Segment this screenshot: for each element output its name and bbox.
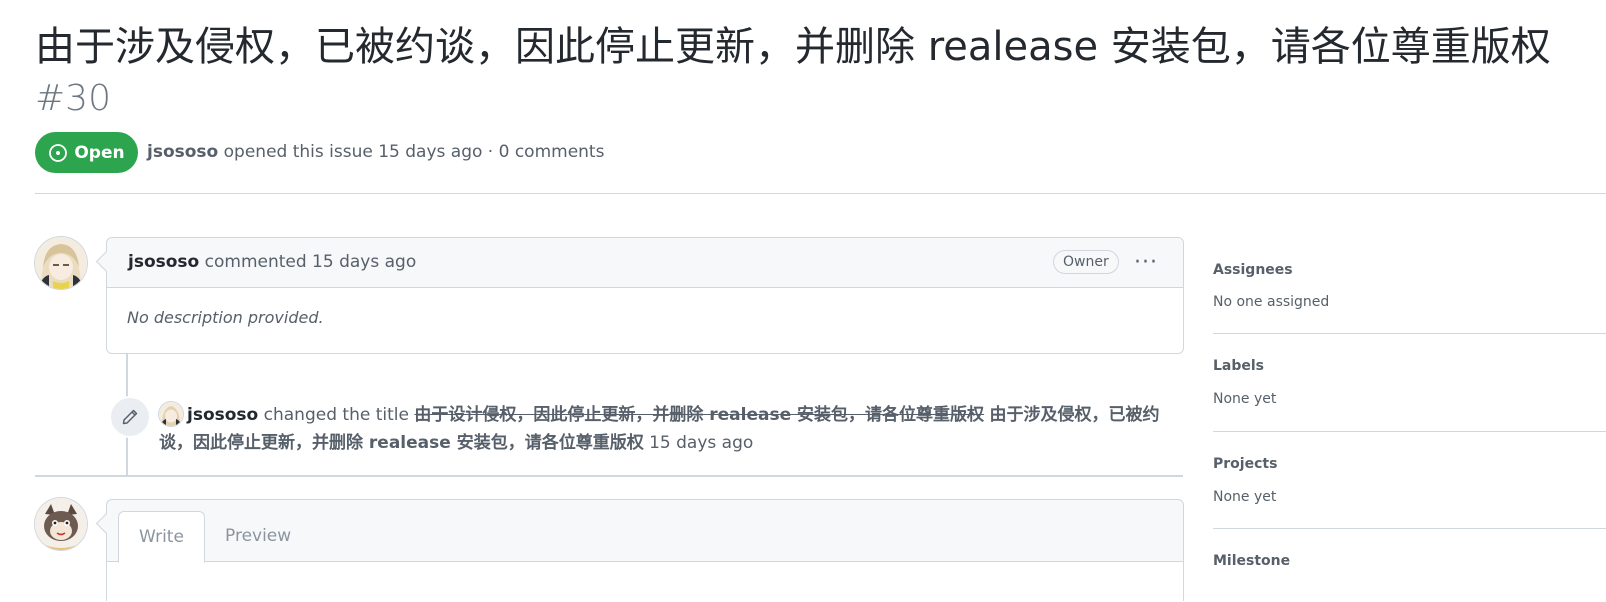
sidebar-heading-milestone[interactable]: Milestone xyxy=(1213,553,1290,569)
comment-author-avatar[interactable] xyxy=(35,237,87,289)
comment-timestamp[interactable]: commented 15 days ago xyxy=(205,252,417,272)
sidebar-divider xyxy=(1213,528,1606,529)
sidebar-heading-projects[interactable]: Projects xyxy=(1213,456,1277,472)
header-divider xyxy=(35,193,1606,194)
event-old-title: 由于设计侵权，因此停止更新，并删除 realease 安装包，请各位尊重版权 xyxy=(414,405,985,425)
sidebar-value-labels: None yet xyxy=(1213,391,1277,407)
comment-body: No description provided. xyxy=(127,308,324,327)
sidebar-value-assignees: No one assigned xyxy=(1213,294,1330,310)
tab-preview[interactable]: Preview xyxy=(225,511,291,561)
event-timestamp[interactable]: 15 days ago xyxy=(649,433,753,453)
owner-badge: Owner xyxy=(1053,250,1119,274)
current-user-avatar[interactable] xyxy=(35,498,87,550)
event-author-avatar[interactable] xyxy=(159,402,183,426)
comment-byline: jsososo commented 15 days ago xyxy=(128,252,416,272)
timeline-divider xyxy=(35,475,1183,477)
sidebar-heading-labels[interactable]: Labels xyxy=(1213,358,1264,374)
issue-meta: jsososo opened this issue 15 days ago · … xyxy=(147,142,604,162)
comment-box: jsososo commented 15 days ago Owner ··· … xyxy=(106,237,1184,354)
issue-state-label: Open xyxy=(74,142,125,163)
kebab-horizontal-icon[interactable]: ··· xyxy=(1131,249,1161,275)
tab-write[interactable]: Write xyxy=(118,511,205,563)
sidebar-value-projects: None yet xyxy=(1213,489,1277,505)
sidebar-divider xyxy=(1213,431,1606,432)
new-comment-form: Write Preview xyxy=(106,499,1184,602)
issue-number: #30 xyxy=(35,78,111,119)
event-author-link[interactable]: jsososo xyxy=(187,405,258,425)
sidebar-divider xyxy=(1213,333,1606,334)
title-change-event: jsososo changed the title 由于设计侵权，因此停止更新，… xyxy=(159,401,1169,457)
issue-meta-text: opened this issue 15 days ago · 0 commen… xyxy=(223,142,605,162)
issue-opened-icon xyxy=(48,143,68,163)
event-action: changed the title xyxy=(263,405,409,425)
pencil-icon xyxy=(109,396,151,438)
issue-title: 由于涉及侵权，已被约谈，因此停止更新，并删除 realease 安装包，请各位尊… xyxy=(35,24,1551,70)
issue-author-link[interactable]: jsososo xyxy=(147,142,218,162)
comment-textarea[interactable] xyxy=(107,562,1183,602)
comment-author-link[interactable]: jsososo xyxy=(128,252,199,272)
comment-header: jsososo commented 15 days ago Owner ··· xyxy=(107,238,1183,288)
sidebar-heading-assignees[interactable]: Assignees xyxy=(1213,262,1293,278)
issue-state-badge: Open xyxy=(35,132,138,173)
